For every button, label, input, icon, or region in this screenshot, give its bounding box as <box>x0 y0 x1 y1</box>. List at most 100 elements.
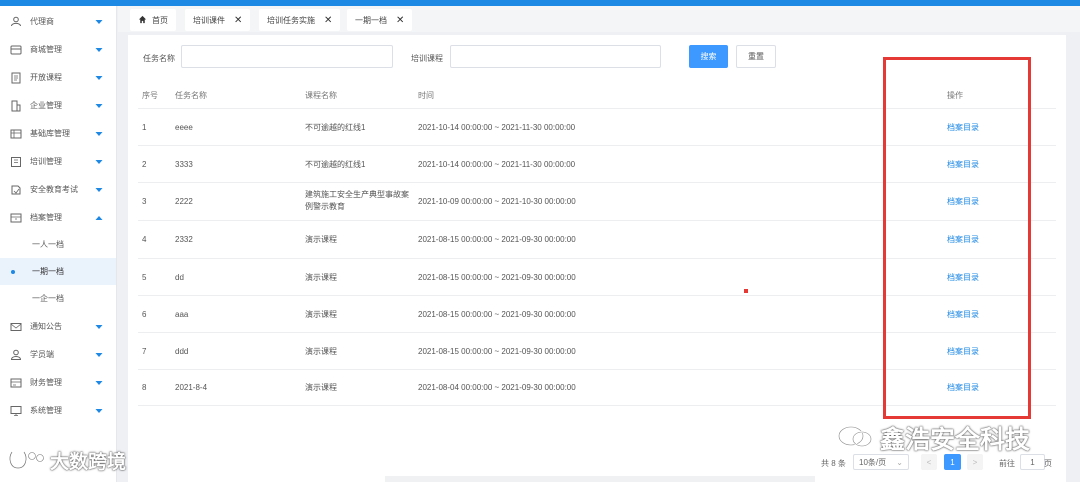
watermark-right: 鑫浩安全科技 <box>836 420 1030 456</box>
user-icon <box>10 349 22 360</box>
page-size-select[interactable]: 10条/页 ⌄ <box>853 454 909 470</box>
course-name-cell: 演示课程 <box>305 383 337 392</box>
finance-icon <box>10 377 22 388</box>
sidebar-subitem[interactable]: 一期一档 <box>0 258 116 285</box>
goto-page-input[interactable] <box>1020 454 1045 470</box>
page-unit-label: 页 <box>1044 459 1052 468</box>
sidebar-item-finance[interactable]: 财务管理 <box>0 368 116 396</box>
sidebar-item-label: 基础库管理 <box>30 128 70 138</box>
sidebar-item-label: 企业管理 <box>30 100 62 110</box>
tab-training-task[interactable]: 培训任务实施 ✕ <box>259 9 341 31</box>
chevron-down-icon: ⌄ <box>896 457 903 467</box>
red-marker <box>744 289 748 293</box>
sidebar-item-label: 商城管理 <box>30 44 62 54</box>
watermark-left: 大数跨境 <box>6 447 126 474</box>
page-1-button[interactable]: 1 <box>944 454 961 470</box>
tab-label: 培训任务实施 <box>267 15 315 25</box>
column-header: 任务名称 <box>175 91 207 100</box>
chevron-down-icon <box>95 158 103 164</box>
sidebar-subitem[interactable]: 一人一档 <box>0 231 116 258</box>
task-name-label: 任务名称 <box>143 54 175 63</box>
page-size-value: 10条/页 <box>859 457 887 467</box>
sidebar-item-store[interactable]: 商城管理 <box>0 35 116 63</box>
sidebar-item-archive[interactable]: 档案管理 <box>0 203 116 231</box>
course-name-cell: 建筑施工安全生产典型事故案例警示教育 <box>305 190 409 211</box>
task-name-cell: ddd <box>175 346 189 356</box>
task-name-cell: 2332 <box>175 235 193 244</box>
tabs-bar: 首页 培训课件 ✕ 培训任务实施 ✕ 一期一档 ✕ <box>118 6 1080 32</box>
row-number: 3 <box>142 197 147 206</box>
exam-icon <box>10 184 21 195</box>
chevron-down-icon <box>95 323 103 329</box>
sidebar-item-building[interactable]: 企业管理 <box>0 91 116 119</box>
task-name-cell: 2021-8-4 <box>175 383 208 392</box>
course-name-cell: 演示课程 <box>305 235 337 244</box>
pagination-total: 共 8 条 <box>821 459 846 468</box>
reset-button[interactable]: 重置 <box>736 45 776 68</box>
sidebar-item-label: 代理商 <box>30 16 54 26</box>
archive-icon <box>10 212 22 223</box>
row-number: 4 <box>142 235 147 244</box>
time-cell: 2021-08-15 00:00:00 ~ 2021-09-30 00:00:0… <box>418 272 576 282</box>
mail-icon <box>10 321 22 331</box>
chevron-down-icon <box>95 102 103 108</box>
sidebar-subitem[interactable]: 一企一档 <box>0 285 116 312</box>
sidebar-item-person[interactable]: 代理商 <box>0 7 116 35</box>
sidebar-item-label: 财务管理 <box>30 377 62 387</box>
chevron-down-icon <box>95 130 103 136</box>
tab-label: 一期一档 <box>355 15 387 25</box>
tab-courseware[interactable]: 培训课件 ✕ <box>185 9 251 31</box>
sidebar-item-training[interactable]: 培训管理 <box>0 147 116 175</box>
course-name-cell: 演示课程 <box>305 309 337 319</box>
close-icon[interactable]: ✕ <box>234 15 242 26</box>
sidebar-item-monitor[interactable]: 系统管理 <box>0 396 116 424</box>
prev-page-button[interactable]: < <box>921 454 937 470</box>
next-page-button[interactable]: > <box>967 454 983 470</box>
close-icon[interactable]: ✕ <box>324 15 332 26</box>
sidebar-item-label: 档案管理 <box>30 212 62 222</box>
sidebar-item-mail[interactable]: 通知公告 <box>0 312 116 340</box>
row-number: 8 <box>142 383 147 392</box>
search-button[interactable]: 搜索 <box>689 45 728 68</box>
task-name-cell: 3333 <box>175 159 193 169</box>
logo-icon <box>6 448 46 474</box>
document-icon <box>10 72 21 84</box>
store-icon <box>10 44 22 55</box>
wechat-icon <box>836 424 874 452</box>
time-cell: 2021-10-09 00:00:00 ~ 2021-10-30 00:00:0… <box>418 197 576 206</box>
sidebar-item-exam[interactable]: 安全教育考试 <box>0 175 116 203</box>
sidebar: 代理商商城管理开放课程企业管理基础库管理培训管理安全教育考试 档案管理一人一档一期… <box>0 6 117 482</box>
chevron-down-icon <box>95 46 103 52</box>
column-header: 课程名称 <box>305 91 337 100</box>
sidebar-subitem-label: 一企一档 <box>32 294 64 303</box>
time-cell: 2021-10-14 00:00:00 ~ 2021-11-30 00:00:0… <box>418 122 576 132</box>
chevron-up-icon <box>95 214 103 220</box>
footer-copyright-blurred <box>385 476 815 482</box>
time-cell: 2021-10-14 00:00:00 ~ 2021-11-30 00:00:0… <box>418 159 576 169</box>
sidebar-subitem-label: 一人一档 <box>32 240 64 249</box>
active-dot <box>11 270 15 274</box>
tab-label: 培训课件 <box>193 15 225 25</box>
sidebar-item-label: 开放课程 <box>30 72 62 82</box>
database-icon <box>10 128 22 139</box>
tab-label: 首页 <box>152 15 168 25</box>
course-label: 培训课程 <box>411 54 443 63</box>
task-name-cell: eeee <box>175 122 193 132</box>
tab-home[interactable]: 首页 <box>130 9 176 31</box>
tab-one-period-one-file[interactable]: 一期一档 ✕ <box>347 9 413 31</box>
chevron-down-icon <box>95 74 103 80</box>
sidebar-item-database[interactable]: 基础库管理 <box>0 119 116 147</box>
training-icon <box>10 156 21 167</box>
sidebar-item-user[interactable]: 学员端 <box>0 340 116 368</box>
course-name-cell: 不可逾越的红线1 <box>305 159 366 169</box>
home-icon <box>138 15 152 26</box>
time-cell: 2021-08-04 00:00:00 ~ 2021-09-30 00:00:0… <box>418 383 576 392</box>
close-icon[interactable]: ✕ <box>396 15 404 26</box>
watermark-left-text: 大数跨境 <box>50 452 127 473</box>
monitor-icon <box>10 405 22 416</box>
sidebar-item-document[interactable]: 开放课程 <box>0 63 116 91</box>
course-input[interactable] <box>450 45 661 68</box>
sidebar-item-label: 安全教育考试 <box>30 184 78 194</box>
course-name-cell: 演示课程 <box>305 272 337 282</box>
task-name-input[interactable] <box>181 45 393 68</box>
